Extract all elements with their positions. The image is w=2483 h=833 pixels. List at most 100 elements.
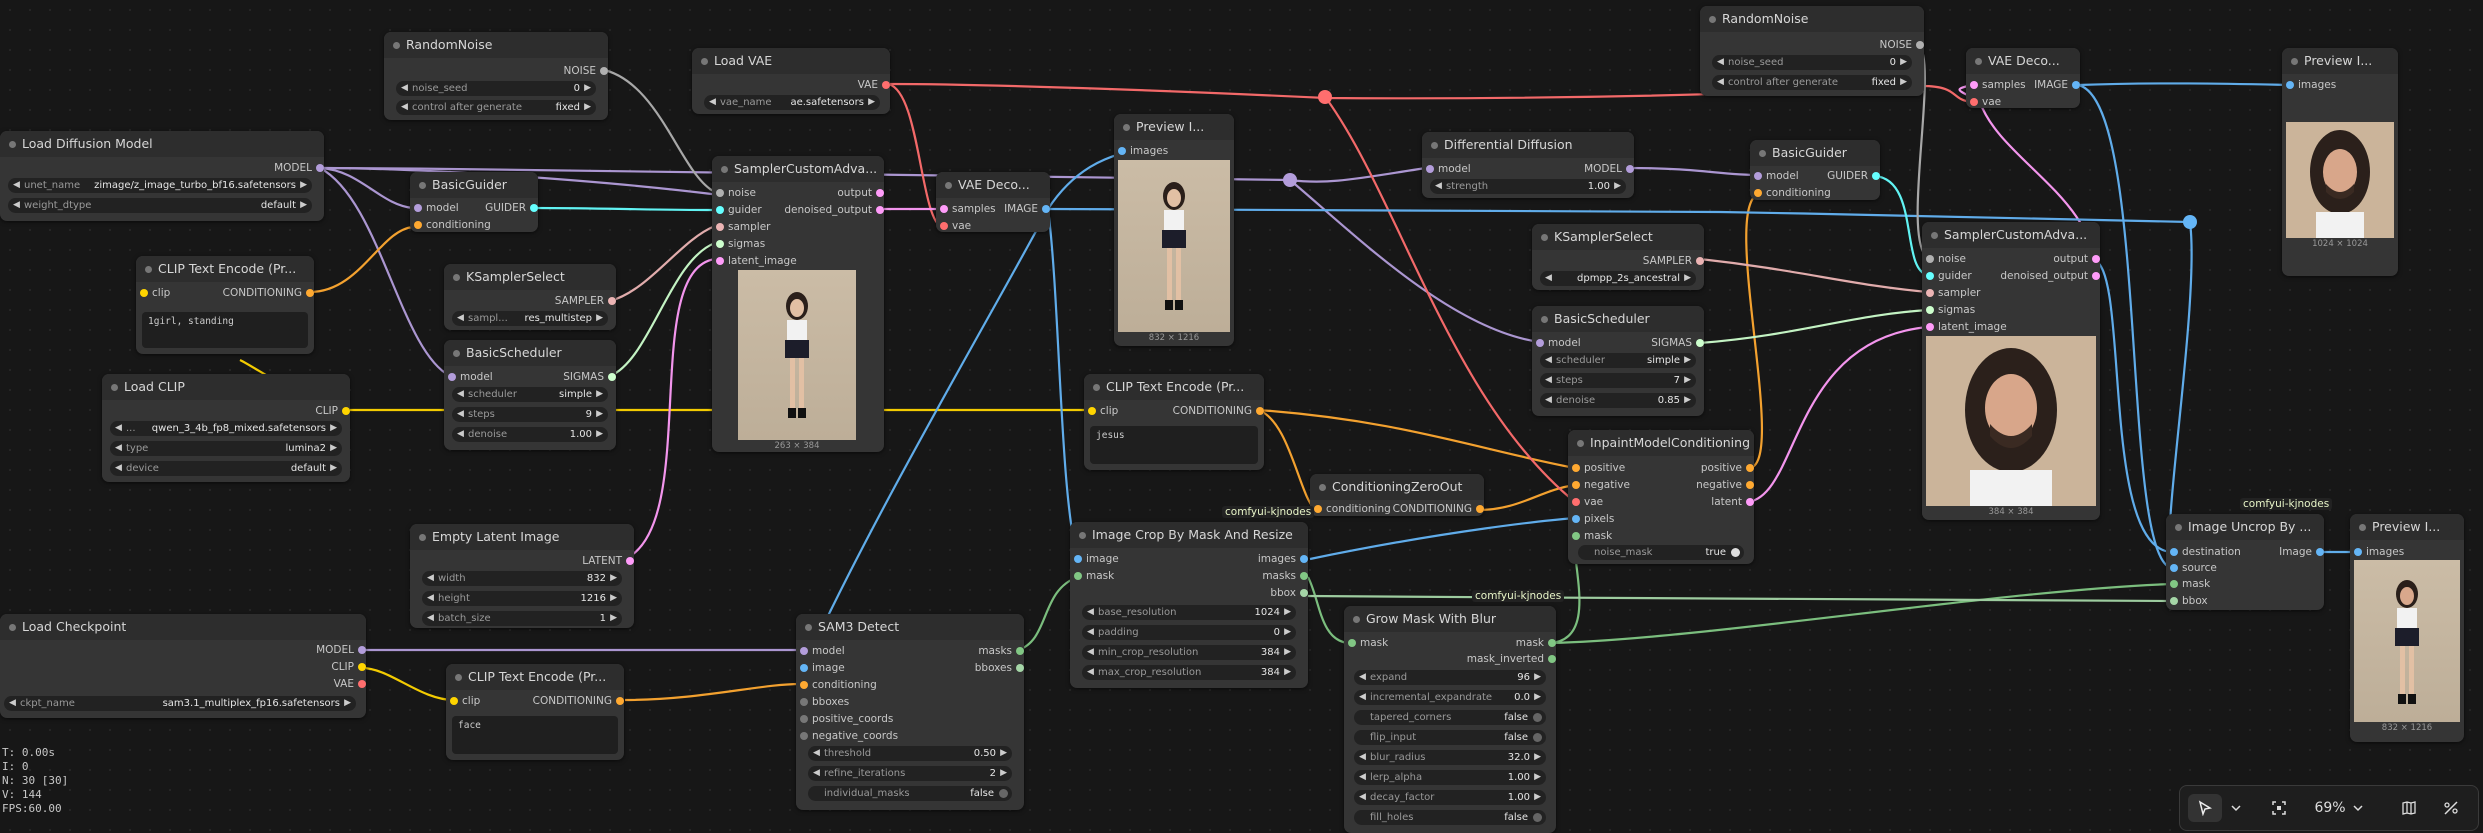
output-conditioning[interactable]: CONDITIONING	[533, 694, 624, 708]
widget-decay-factor[interactable]: ◀ decay_factor 1.00 ▶	[1354, 790, 1546, 805]
node-preview-image[interactable]: Preview I... images 832 × 1216	[2350, 514, 2464, 742]
output-image[interactable]: IMAGE	[1004, 202, 1050, 216]
node-basic-guider[interactable]: BasicGuider model conditioning GUIDER	[1750, 140, 1880, 200]
node-empty-latent-image[interactable]: Empty Latent Image LATENT ◀ width 832 ▶ ◀ he…	[410, 524, 634, 628]
node-title[interactable]: SamplerCustomAdva...	[712, 156, 884, 182]
node-title[interactable]: Load Checkpoint	[0, 614, 366, 640]
widget-fill-holes[interactable]: fill_holes false	[1354, 810, 1546, 825]
node-vae-decode[interactable]: VAE Deco... samples vae IMAGE	[936, 172, 1050, 232]
output-guider[interactable]: GUIDER	[485, 201, 538, 215]
widget-control-after-generate[interactable]: ◀ control after generate fixed ▶	[1712, 75, 1912, 90]
widget-height[interactable]: ◀ height 1216 ▶	[422, 591, 622, 606]
widget-max-crop-resolution[interactable]: ◀ max_crop_resolution 384 ▶	[1082, 665, 1296, 680]
output-output[interactable]: output	[2053, 252, 2100, 266]
input-model[interactable]: model	[1426, 162, 1471, 176]
widget-unet-name[interactable]: ◀ unet_name zimage/z_image_turbo_bf16.safe…	[8, 178, 312, 193]
input-latent-image[interactable]: latent_image	[1926, 320, 2007, 334]
chevron-down-icon[interactable]	[2226, 794, 2246, 822]
node-basic-guider[interactable]: BasicGuider model conditioning GUIDER	[410, 172, 538, 232]
input-images[interactable]: images	[2354, 545, 2404, 559]
node-sampler-custom-advanced[interactable]: SamplerCustomAdva... noise guider sample…	[1922, 222, 2100, 520]
node-basic-scheduler[interactable]: BasicScheduler model SIGMAS ◀ scheduler si…	[444, 340, 616, 450]
output-image[interactable]: Image	[2279, 545, 2324, 559]
input-guider[interactable]: guider	[1926, 269, 1972, 283]
widget-device[interactable]: ◀ device default ▶	[110, 461, 342, 476]
node-basic-scheduler[interactable]: BasicScheduler model SIGMAS ◀ scheduler si…	[1532, 306, 1704, 416]
node-title[interactable]: BasicGuider	[1750, 140, 1880, 166]
input-pixels[interactable]: pixels	[1572, 512, 1614, 526]
input-vae[interactable]: vae	[1970, 95, 2001, 109]
output-denoised-output[interactable]: denoised_output	[2000, 269, 2100, 283]
node-load-clip[interactable]: Load CLIP CLIP ◀... qwen_3_4b_fp8_mixed.s…	[102, 374, 350, 482]
output-mask-inverted[interactable]: mask_inverted	[1467, 652, 1556, 666]
minimap-icon[interactable]	[2394, 794, 2424, 822]
output-model[interactable]: MODEL	[274, 161, 324, 175]
node-inpaint-model-conditioning[interactable]: InpaintModelConditioning positive negati…	[1568, 430, 1754, 564]
node-title[interactable]: VAE Deco...	[936, 172, 1050, 198]
input-clip[interactable]: clip	[1088, 404, 1118, 418]
input-images[interactable]: images	[1118, 144, 1168, 158]
node-title[interactable]: Load Diffusion Model	[0, 131, 324, 157]
node-ksampler-select[interactable]: KSamplerSelect SAMPLER ◀ dpmpp_2s_ancestr…	[1532, 224, 1704, 290]
output-noise[interactable]: NOISE	[1879, 38, 1924, 52]
widget-individual-masks[interactable]: individual_masks false	[808, 786, 1012, 801]
node-title[interactable]: Grow Mask With Blur	[1344, 606, 1556, 632]
widget-min-crop-resolution[interactable]: ◀ min_crop_resolution 384 ▶	[1082, 645, 1296, 660]
output-positive[interactable]: positive	[1701, 461, 1754, 475]
widget-batch-size[interactable]: ◀ batch_size 1 ▶	[422, 611, 622, 626]
input-noise[interactable]: noise	[1926, 252, 1966, 266]
input-samples[interactable]: samples	[940, 202, 996, 216]
input-vae[interactable]: vae	[1572, 495, 1603, 509]
widget-vae-name[interactable]: ◀ vae_name ae.safetensors ▶	[704, 95, 880, 110]
widget-padding[interactable]: ◀ padding 0 ▶	[1082, 625, 1296, 640]
node-random-noise[interactable]: RandomNoise NOISE ◀ noise_seed 0 ▶ ◀ control…	[384, 32, 608, 120]
input-conditioning[interactable]: conditioning	[800, 678, 877, 692]
input-sampler[interactable]: sampler	[716, 220, 771, 234]
node-title[interactable]: KSamplerSelect	[1532, 224, 1704, 250]
output-conditioning[interactable]: CONDITIONING	[1173, 404, 1264, 418]
output-sigmas[interactable]: SIGMAS	[563, 370, 616, 384]
input-positive-coords[interactable]: positive_coords	[800, 712, 893, 726]
input-model[interactable]: model	[448, 370, 493, 384]
widget-blur-radius[interactable]: ◀ blur_radius 32.0 ▶	[1354, 750, 1546, 765]
node-grow-mask-with-blur[interactable]: Grow Mask With Blur mask mask mask_inver…	[1344, 606, 1556, 833]
node-title[interactable]: Load VAE	[692, 48, 890, 74]
node-title[interactable]: CLIP Text Encode (Pr...	[1084, 374, 1264, 400]
output-vae[interactable]: VAE	[334, 677, 366, 691]
output-sigmas[interactable]: SIGMAS	[1651, 336, 1704, 350]
output-negative[interactable]: negative	[1696, 478, 1754, 492]
output-bboxes[interactable]: bboxes	[975, 661, 1024, 675]
node-image-uncrop[interactable]: Image Uncrop By ... destination source m…	[2166, 514, 2324, 610]
widget-expand[interactable]: ◀ expand 96 ▶	[1354, 670, 1546, 685]
input-bbox[interactable]: bbox	[2170, 594, 2208, 608]
input-mask[interactable]: mask	[2170, 577, 2210, 591]
input-bboxes[interactable]: bboxes	[800, 695, 849, 709]
node-load-diffusion-model[interactable]: Load Diffusion Model MODEL ◀ unet_name zim…	[0, 131, 324, 221]
output-guider[interactable]: GUIDER	[1827, 169, 1880, 183]
node-title[interactable]: CLIP Text Encode (Pr...	[446, 664, 624, 690]
input-images[interactable]: images	[2286, 78, 2336, 92]
output-model[interactable]: MODEL	[1584, 162, 1634, 176]
node-title[interactable]: SAM3 Detect	[796, 614, 1024, 640]
input-guider[interactable]: guider	[716, 203, 762, 217]
node-title[interactable]: Preview I...	[2350, 514, 2464, 540]
widget-denoise[interactable]: ◀ denoise 0.85 ▶	[1540, 393, 1696, 408]
input-mask[interactable]: mask	[1572, 529, 1612, 543]
node-title[interactable]: KSamplerSelect	[444, 264, 616, 290]
input-positive[interactable]: positive	[1572, 461, 1625, 475]
node-clip-text-encode[interactable]: CLIP Text Encode (Pr... clip CONDITIONIN…	[1084, 374, 1264, 470]
input-image[interactable]: image	[800, 661, 845, 675]
output-model[interactable]: MODEL	[316, 643, 366, 657]
link-visibility-icon[interactable]	[2436, 794, 2466, 822]
node-image-crop-by-mask[interactable]: Image Crop By Mask And Resize image mask…	[1070, 522, 1308, 688]
node-title[interactable]: CLIP Text Encode (Pr...	[136, 256, 314, 282]
output-latent[interactable]: latent	[1711, 495, 1754, 509]
widget-sampler-name[interactable]: ◀ sampl... res_multistep ▶	[452, 311, 608, 326]
input-model[interactable]: model	[1536, 336, 1581, 350]
input-sampler[interactable]: sampler	[1926, 286, 1981, 300]
widget-steps[interactable]: ◀ steps 9 ▶	[452, 407, 608, 422]
input-destination[interactable]: destination	[2170, 545, 2241, 559]
output-conditioning[interactable]: CONDITIONING	[1393, 502, 1484, 516]
output-mask[interactable]: mask	[1516, 636, 1556, 650]
input-negative[interactable]: negative	[1572, 478, 1630, 492]
